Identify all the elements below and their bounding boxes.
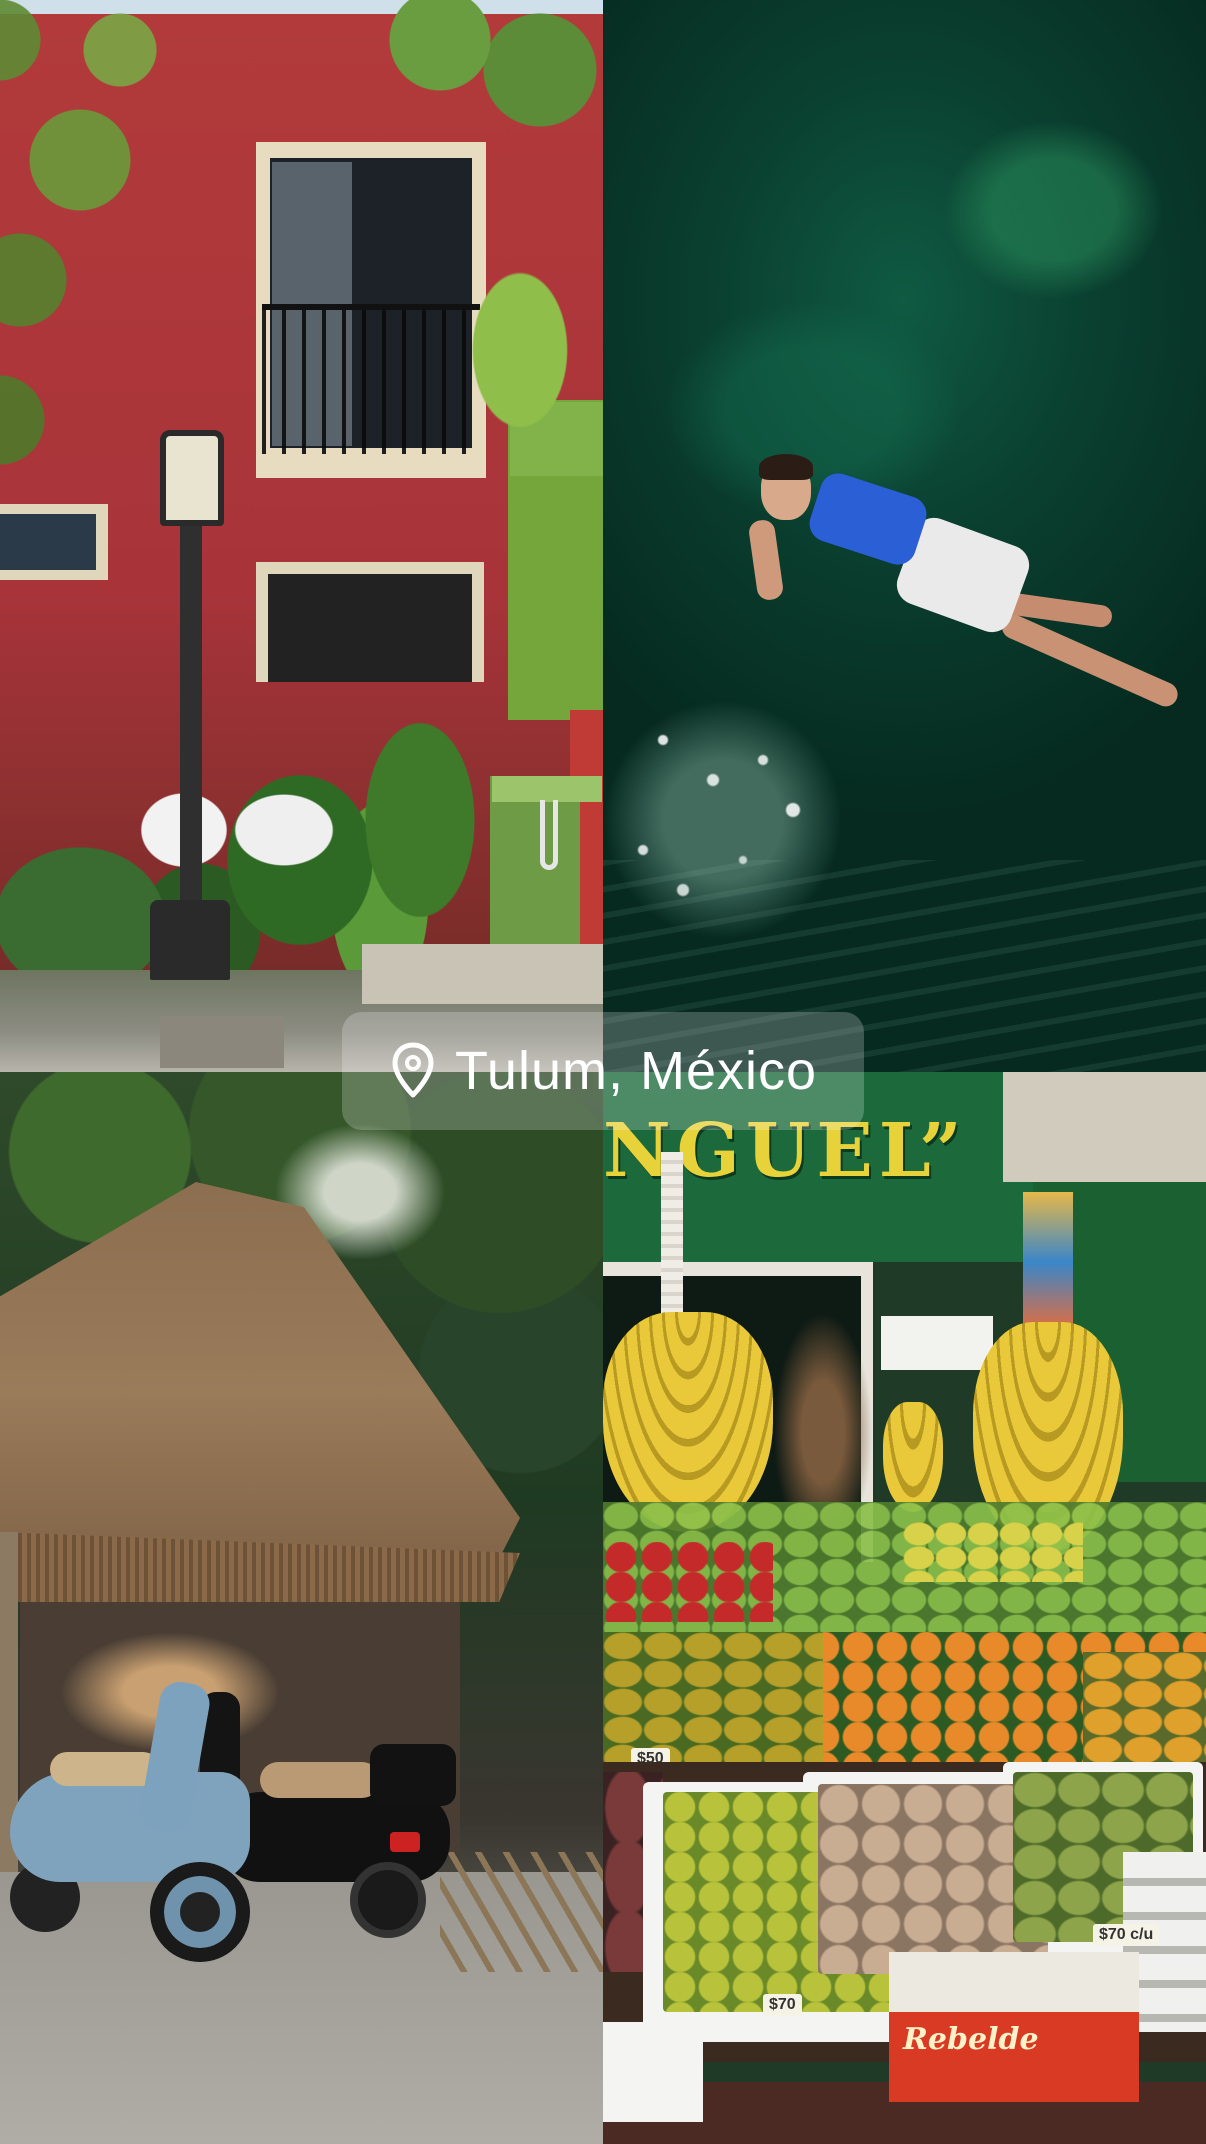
life-vest <box>804 468 932 570</box>
mangoes <box>603 1632 823 1762</box>
price-tag: $70 c/u <box>1093 1924 1160 1946</box>
wall-mural <box>1023 1192 1073 1332</box>
palm <box>430 230 603 510</box>
tail-light <box>390 1832 420 1852</box>
location-text: Tulum, México <box>454 1041 818 1101</box>
stepping-stones <box>160 1016 284 1068</box>
scooter-wheel <box>350 1862 426 1938</box>
blue-scooter <box>10 1662 250 1962</box>
lamp-head <box>160 430 224 526</box>
box-brand: Rebelde <box>903 2022 1039 2057</box>
tree-top <box>380 0 603 160</box>
citrus-row <box>603 1632 1206 1762</box>
papayas <box>1083 1652 1206 1762</box>
tree-left <box>0 0 260 480</box>
carton <box>881 1316 993 1370</box>
water-shade <box>943 120 1163 300</box>
lamp-base <box>150 900 230 980</box>
upper-building <box>1003 1072 1206 1182</box>
location-sticker[interactable]: Tulum, México <box>342 1012 864 1130</box>
photo-palapa-scooters <box>0 1072 603 2144</box>
left-window-glass <box>0 514 96 570</box>
scooter-seat <box>50 1752 160 1786</box>
swimmer <box>747 454 1193 720</box>
swimmer-leg <box>998 611 1182 711</box>
scooter-wheel <box>150 1862 250 1962</box>
photo-swimmer-cenote <box>603 0 1206 1072</box>
banana-bunch <box>883 1402 943 1512</box>
tomatoes <box>603 1542 773 1622</box>
price-tag: $70 <box>763 1994 802 2016</box>
stone-step <box>362 944 603 1004</box>
photo-red-building <box>0 0 603 1072</box>
swimmer-arm <box>747 518 785 602</box>
yellow-fruit <box>903 1522 1083 1582</box>
banana-box-lid <box>889 1952 1139 2012</box>
left-window <box>0 504 108 580</box>
top-case <box>370 1744 456 1806</box>
banana-bunch <box>603 1312 773 1532</box>
bamboo-fence <box>440 1852 603 1972</box>
swimmer-hair <box>759 454 813 480</box>
white-chairs <box>124 780 362 890</box>
crate <box>603 2022 703 2122</box>
location-pin-icon <box>392 1042 434 1098</box>
photo-fruit-stand: NGUEL” $50 $70 c/u $70 Rebelde <box>603 1072 1206 2144</box>
scooter-seat <box>260 1762 380 1798</box>
